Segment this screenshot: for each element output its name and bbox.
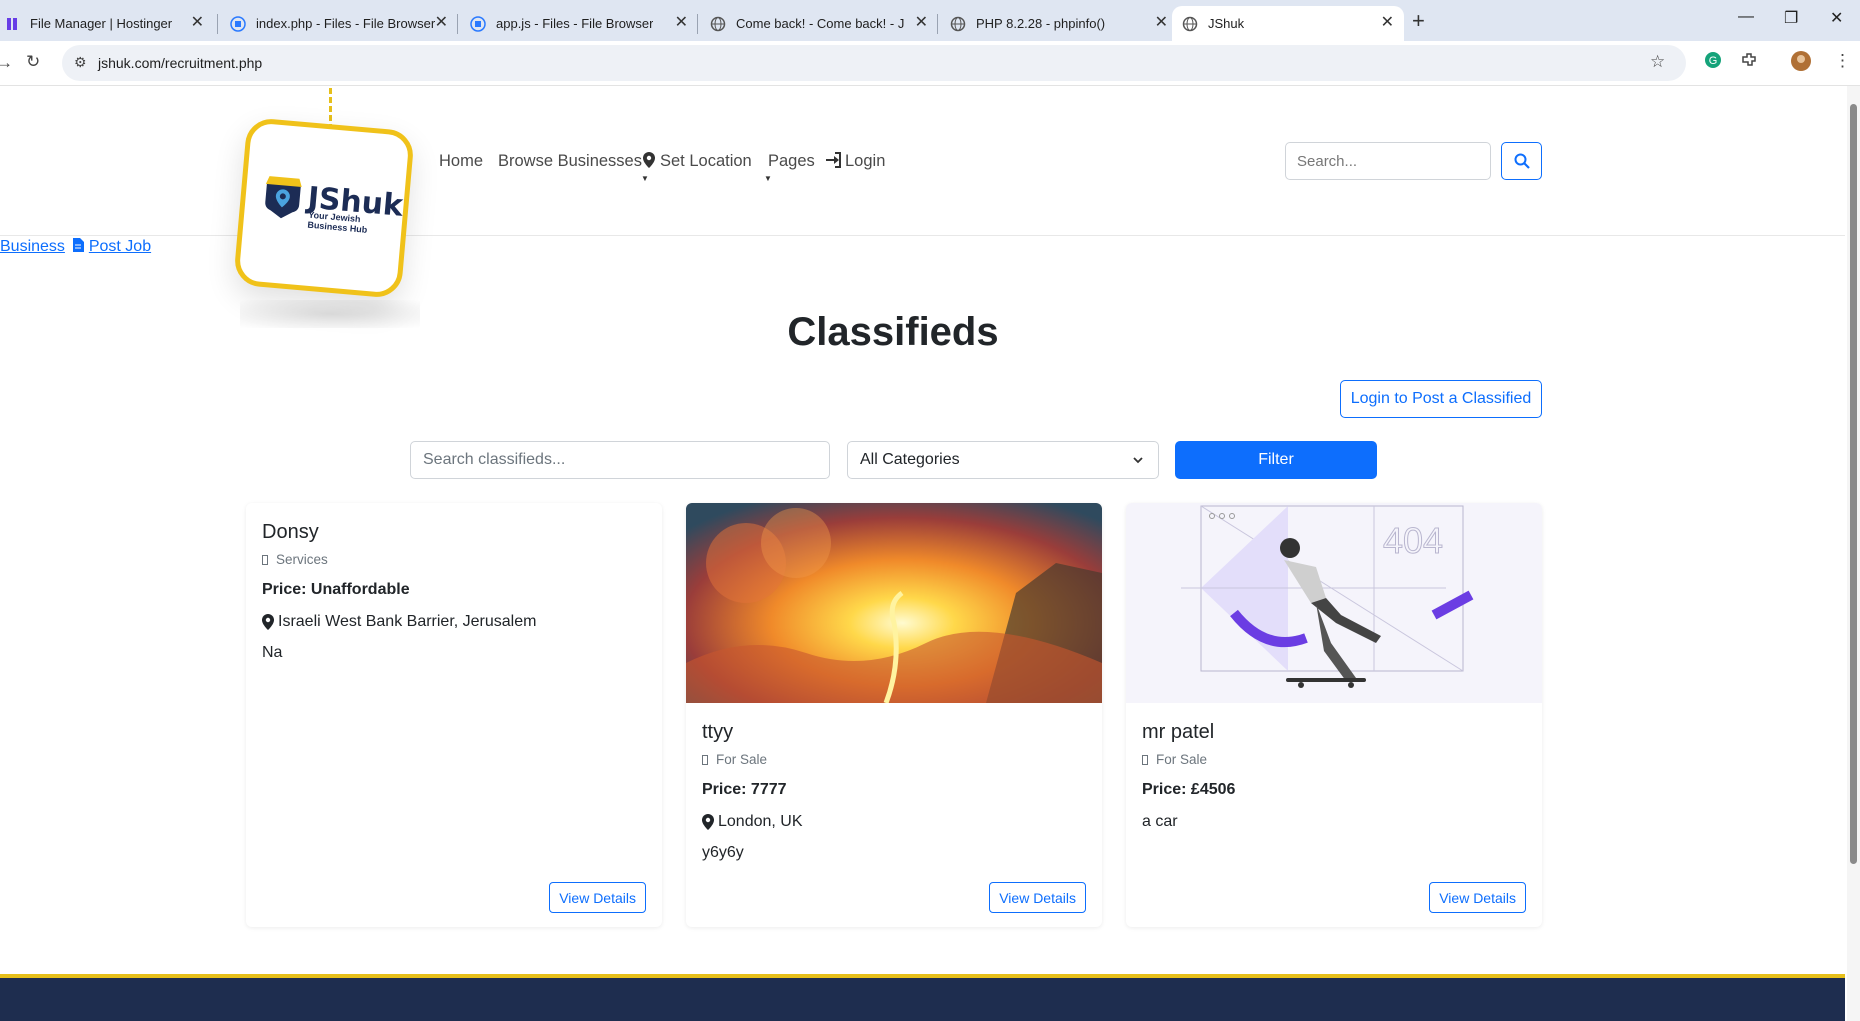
menu-dots-icon[interactable]: ⋮	[1834, 51, 1851, 71]
tag-icon	[702, 754, 708, 765]
card-description: y6y6y	[702, 844, 744, 861]
view-details-button[interactable]: View Details	[549, 882, 646, 913]
grammarly-icon[interactable]: G	[1704, 51, 1722, 74]
card-location: Israeli West Bank Barrier, Jerusalem	[262, 613, 646, 631]
minimize-icon[interactable]: —	[1738, 8, 1754, 26]
close-icon[interactable]: ✕	[675, 15, 688, 31]
login-icon	[826, 152, 841, 168]
site-logo[interactable]: JShuk Your Jewish Business Hub	[232, 116, 416, 300]
svg-text:G: G	[1709, 55, 1718, 67]
map-pin-icon	[643, 152, 655, 168]
tab-come-back[interactable]: Come back! - Come back! - JSh ✕	[700, 6, 938, 41]
tag-icon	[262, 554, 268, 565]
address-bar[interactable]: ⚙ jshuk.com/recruitment.php ☆	[62, 45, 1686, 81]
classified-card: ttyy For Sale Price: 7777 London, UK y6y…	[686, 503, 1102, 927]
close-icon[interactable]: ✕	[191, 15, 204, 31]
chevron-down-icon: ▼	[641, 174, 649, 183]
tab-app-js[interactable]: app.js - Files - File Browser ✕	[460, 6, 698, 41]
globe-icon	[950, 16, 966, 32]
classified-search-input[interactable]: Search classifieds...	[410, 441, 830, 479]
tab-jshuk[interactable]: JShuk ✕	[1172, 6, 1404, 41]
close-icon[interactable]: ✕	[435, 15, 448, 31]
shop-pin-icon	[265, 176, 302, 219]
chevron-down-icon	[1133, 457, 1143, 464]
post-job-link[interactable]: Post Job	[89, 238, 151, 255]
new-tab-icon[interactable]: +	[1412, 8, 1425, 34]
header-search-button[interactable]	[1501, 142, 1542, 180]
site-settings-icon[interactable]: ⚙	[74, 54, 87, 71]
nav-browse-businesses[interactable]: Browse Businesses	[498, 152, 642, 171]
search-icon	[1514, 153, 1530, 169]
card-price: Price: £4506	[1142, 781, 1236, 798]
hostinger-icon	[4, 16, 20, 32]
globe-icon	[710, 16, 726, 32]
card-price: Price: 7777	[702, 781, 787, 798]
scroll-thumb[interactable]	[1850, 104, 1857, 864]
card-location: London, UK	[702, 813, 1086, 831]
login-to-post-button[interactable]: Login to Post a Classified	[1340, 380, 1542, 418]
nav-home[interactable]: Home	[439, 152, 483, 171]
card-description: Na	[262, 644, 283, 661]
site-footer	[0, 974, 1845, 1021]
browser-toolbar: → ↻ ⚙ jshuk.com/recruitment.php ☆ G ⋮	[0, 41, 1860, 86]
card-category: For Sale	[702, 752, 1086, 767]
map-pin-icon	[702, 814, 714, 830]
nav-pages[interactable]: Pages	[768, 152, 815, 171]
restore-icon[interactable]: ❐	[1784, 8, 1798, 28]
extensions-icon[interactable]	[1740, 51, 1758, 74]
card-price: Price: Unaffordable	[262, 581, 410, 598]
top-links: Business Post Job	[0, 238, 151, 256]
nav-login[interactable]: Login	[825, 152, 885, 171]
filter-button[interactable]: Filter	[1175, 441, 1377, 479]
logo-tagline: Your Jewish Business Hub	[307, 209, 368, 235]
profile-avatar[interactable]	[1790, 50, 1812, 77]
card-title: Donsy	[262, 521, 319, 543]
close-icon[interactable]: ✕	[915, 15, 928, 31]
card-category: Services	[262, 552, 646, 567]
header-search-input[interactable]: Search...	[1285, 142, 1491, 180]
classified-card: 404 mr patel For Sale Price: £4506 a car…	[1126, 503, 1542, 927]
card-image[interactable]	[686, 503, 1102, 703]
tab-file-manager[interactable]: File Manager | Hostinger ✕	[0, 6, 214, 41]
nav-set-location[interactable]: Set Location	[643, 152, 752, 171]
tab-phpinfo[interactable]: PHP 8.2.28 - phpinfo() ✕	[940, 6, 1178, 41]
tag-icon	[1142, 754, 1148, 765]
page-scrollbar[interactable]	[1847, 86, 1860, 1021]
tab-index-php[interactable]: index.php - Files - File Browser ✕	[220, 6, 458, 41]
filebrowser-icon	[470, 15, 486, 32]
reload-icon[interactable]: ↻	[26, 52, 40, 72]
map-pin-icon	[262, 614, 274, 630]
image-404-text: 404	[1383, 520, 1443, 561]
window-close-icon[interactable]: ✕	[1830, 8, 1843, 28]
filebrowser-icon	[230, 15, 246, 32]
browser-tab-bar: File Manager | Hostinger ✕ index.php - F…	[0, 0, 1860, 41]
close-icon[interactable]: ✕	[1381, 15, 1394, 31]
page-title: Classifieds	[787, 310, 999, 354]
card-image[interactable]: 404	[1126, 503, 1542, 703]
business-link[interactable]: Business	[0, 238, 65, 255]
classified-card: Donsy Services Price: Unaffordable Israe…	[246, 503, 662, 927]
card-title: mr patel	[1142, 721, 1215, 743]
document-icon	[73, 238, 85, 252]
view-details-button[interactable]: View Details	[989, 882, 1086, 913]
category-select[interactable]: All Categories	[847, 441, 1159, 479]
url-text: jshuk.com/recruitment.php	[98, 55, 263, 71]
close-icon[interactable]: ✕	[1155, 15, 1168, 31]
card-title: ttyy	[702, 721, 734, 743]
globe-icon	[1182, 16, 1198, 32]
forward-icon[interactable]: →	[0, 53, 13, 73]
chevron-down-icon: ▼	[764, 174, 772, 183]
view-details-button[interactable]: View Details	[1429, 882, 1526, 913]
card-description: a car	[1142, 813, 1178, 830]
card-category: For Sale	[1142, 752, 1526, 767]
bookmark-star-icon[interactable]: ☆	[1650, 52, 1665, 72]
